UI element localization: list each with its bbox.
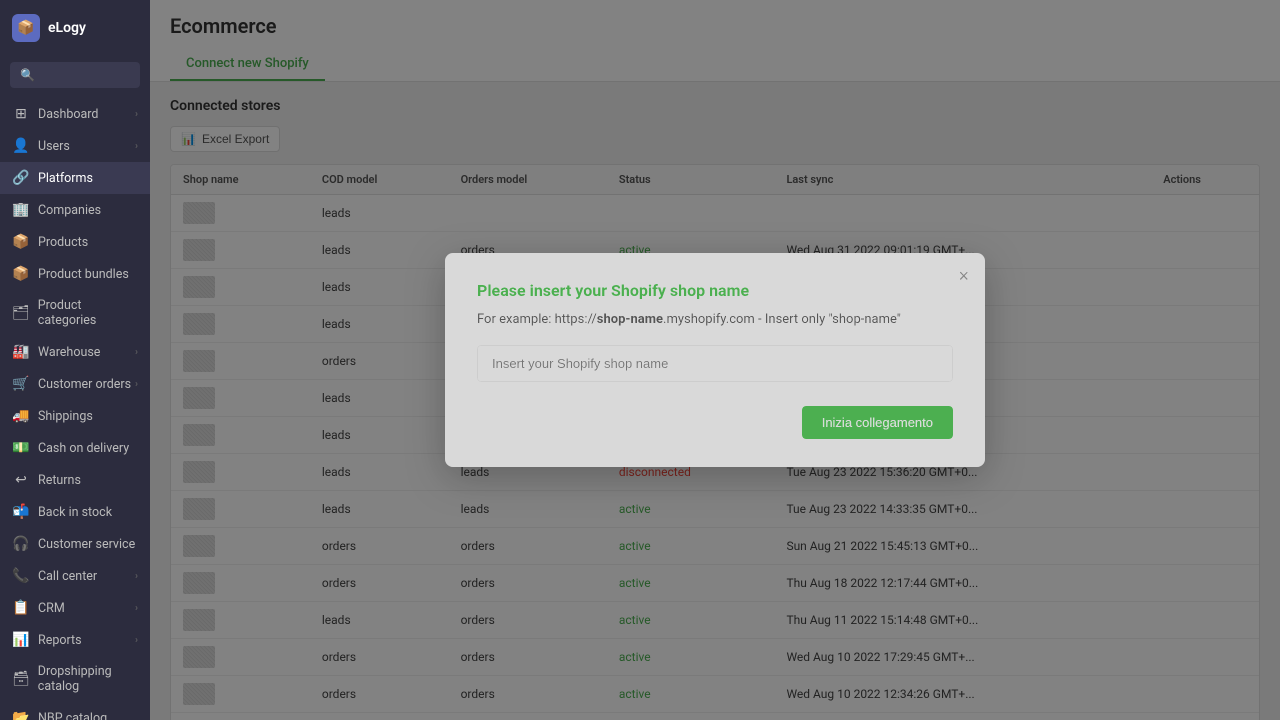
warehouse-chevron: › [135, 347, 138, 358]
warehouse-icon: 🏭 [12, 344, 30, 360]
sidebar-item-label: Returns [38, 473, 81, 488]
crm-chevron: › [135, 603, 138, 614]
platforms-icon: 🔗 [12, 170, 30, 186]
shippings-icon: 🚚 [12, 408, 30, 424]
app-name: eLogy [48, 20, 86, 36]
sidebar-item-nbp-catalog[interactable]: 📂 NBP catalog [0, 702, 150, 720]
modal-footer: Inizia collegamento [477, 406, 953, 439]
customer-orders-chevron: › [135, 379, 138, 390]
shopify-modal: × Please insert your Shopify shop name F… [445, 253, 985, 467]
sidebar-item-label: Product categories [38, 298, 138, 328]
sidebar-item-label: Dropshipping catalog [38, 664, 138, 694]
sidebar-item-label: Reports [38, 633, 82, 648]
modal-title: Please insert your Shopify shop name [477, 281, 953, 300]
sidebar-item-label: Warehouse [38, 345, 100, 360]
dropshipping-catalog-icon: 🗃 [12, 671, 30, 687]
sidebar-item-dashboard[interactable]: ⊞ Dashboard › [0, 98, 150, 130]
shopify-shop-name-input[interactable] [477, 345, 953, 382]
modal-desc-bold: shop-name [597, 312, 663, 327]
sidebar-search[interactable] [10, 62, 140, 88]
sidebar-item-customer-orders[interactable]: 🛒 Customer orders › [0, 368, 150, 400]
sidebar-item-back-in-stock[interactable]: 📬 Back in stock [0, 496, 150, 528]
sidebar-item-product-categories[interactable]: 🗂 Product categories [0, 290, 150, 336]
users-icon: 👤 [12, 138, 30, 154]
sidebar-item-returns[interactable]: ↩ Returns [0, 464, 150, 496]
sidebar-item-label: Users [38, 139, 70, 154]
sidebar-item-label: Shippings [38, 409, 93, 424]
customer-service-icon: 🎧 [12, 536, 30, 552]
logo-icon: 📦 [12, 14, 40, 42]
sidebar-item-label: Back in stock [38, 505, 112, 520]
nbp-catalog-icon: 📂 [12, 710, 30, 720]
sidebar-item-label: Platforms [38, 171, 93, 186]
sidebar-item-label: Product bundles [38, 267, 129, 282]
sidebar-item-shippings[interactable]: 🚚 Shippings [0, 400, 150, 432]
sidebar-item-label: NBP catalog [38, 711, 107, 720]
sidebar-item-reports[interactable]: 📊 Reports › [0, 624, 150, 656]
sidebar-item-label: Customer service [38, 537, 135, 552]
customer-orders-icon: 🛒 [12, 376, 30, 392]
sidebar-item-companies[interactable]: 🏢 Companies [0, 194, 150, 226]
product-bundles-icon: 📦 [12, 266, 30, 282]
products-icon: 📦 [12, 234, 30, 250]
sidebar-item-dropshipping-catalog[interactable]: 🗃 Dropshipping catalog [0, 656, 150, 702]
sidebar-item-products[interactable]: 📦 Products [0, 226, 150, 258]
sidebar-item-label: Products [38, 235, 88, 250]
modal-desc-suffix: .myshopify.com - Insert only "shop-name" [663, 312, 901, 327]
sidebar-item-label: Customer orders [38, 377, 131, 392]
back-in-stock-icon: 📬 [12, 504, 30, 520]
sidebar-item-cash-on-delivery[interactable]: 💵 Cash on delivery [0, 432, 150, 464]
dashboard-chevron: › [135, 109, 138, 120]
main-content: Ecommerce Connect new Shopify Connected … [150, 0, 1280, 720]
modal-desc-prefix: For example: https:// [477, 312, 597, 327]
app-logo: 📦 eLogy [0, 0, 150, 56]
reports-chevron: › [135, 635, 138, 646]
returns-icon: ↩ [12, 472, 30, 488]
call-center-icon: 📞 [12, 568, 30, 584]
sidebar-item-label: Companies [38, 203, 101, 218]
users-chevron: › [135, 141, 138, 152]
dashboard-icon: ⊞ [12, 106, 30, 122]
companies-icon: 🏢 [12, 202, 30, 218]
sidebar-item-label: CRM [38, 601, 65, 616]
sidebar-nav: ⊞ Dashboard › 👤 Users › 🔗 Platforms 🏢 Co… [0, 98, 150, 720]
modal-submit-button[interactable]: Inizia collegamento [802, 406, 953, 439]
crm-icon: 📋 [12, 600, 30, 616]
sidebar-item-users[interactable]: 👤 Users › [0, 130, 150, 162]
product-categories-icon: 🗂 [12, 305, 30, 321]
sidebar-item-label: Dashboard [38, 107, 98, 122]
modal-overlay: × Please insert your Shopify shop name F… [150, 0, 1280, 720]
reports-icon: 📊 [12, 632, 30, 648]
sidebar-item-customer-service[interactable]: 🎧 Customer service [0, 528, 150, 560]
call-center-chevron: › [135, 571, 138, 582]
sidebar-item-warehouse[interactable]: 🏭 Warehouse › [0, 336, 150, 368]
sidebar-item-call-center[interactable]: 📞 Call center › [0, 560, 150, 592]
sidebar-item-label: Cash on delivery [38, 441, 129, 456]
modal-close-button[interactable]: × [958, 267, 969, 285]
sidebar-item-label: Call center [38, 569, 97, 584]
sidebar-item-platforms[interactable]: 🔗 Platforms [0, 162, 150, 194]
sidebar-item-crm[interactable]: 📋 CRM › [0, 592, 150, 624]
sidebar-item-product-bundles[interactable]: 📦 Product bundles [0, 258, 150, 290]
sidebar: 📦 eLogy ⊞ Dashboard › 👤 Users › 🔗 Platfo… [0, 0, 150, 720]
modal-description: For example: https://shop-name.myshopify… [477, 312, 953, 327]
cash-on-delivery-icon: 💵 [12, 440, 30, 456]
